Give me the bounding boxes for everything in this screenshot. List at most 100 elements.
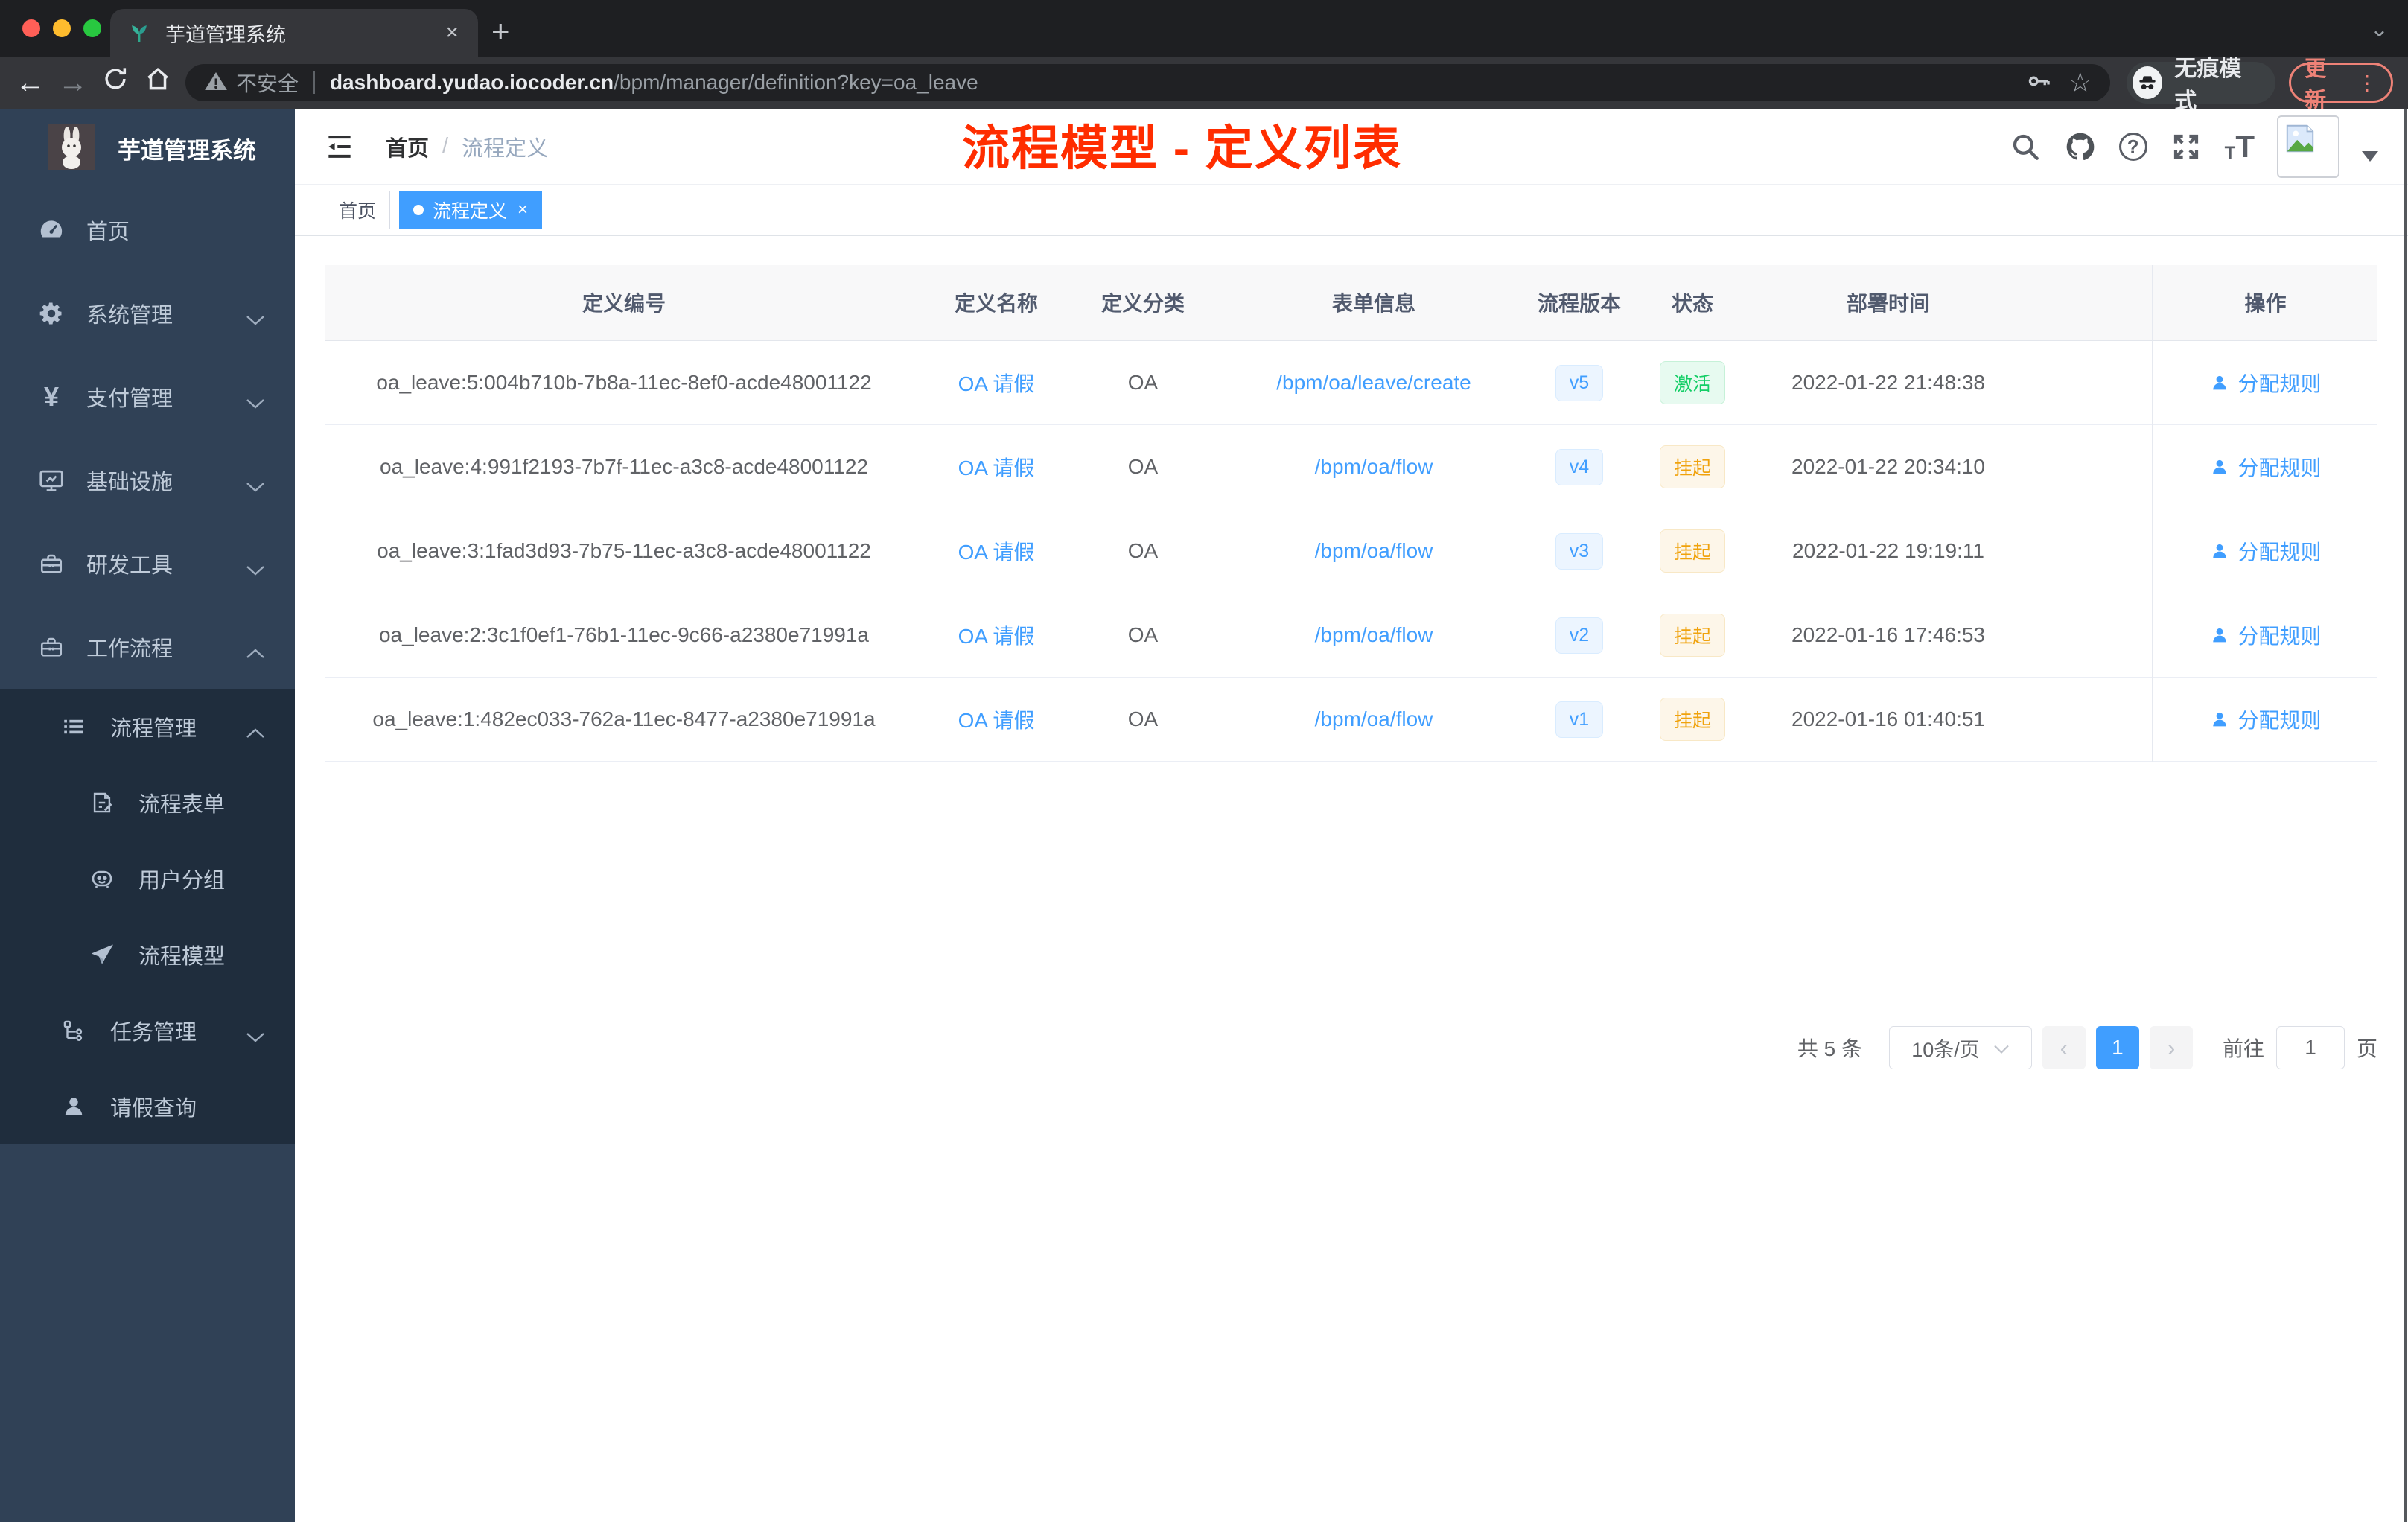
cell-filler	[2019, 341, 2152, 425]
form-link[interactable]: /bpm/oa/leave/create	[1276, 371, 1471, 395]
sidebar-item-user-group[interactable]: 用户分组	[0, 841, 295, 917]
page-1-button[interactable]: 1	[2095, 1026, 2139, 1069]
prev-page-button[interactable]: ‹	[2042, 1026, 2086, 1069]
assign-rule-link[interactable]: 分配规则	[2209, 452, 2322, 482]
sidebar-item-process-model[interactable]: 流程模型	[0, 917, 295, 993]
sidebar-item-leave-query[interactable]: 请假查询	[0, 1069, 295, 1144]
avatar[interactable]	[2277, 115, 2339, 178]
browser-menu-dots-icon[interactable]: ⋮	[2357, 71, 2377, 95]
broken-image-icon	[2286, 124, 2314, 153]
definition-name-link[interactable]: OA 请假	[958, 452, 1035, 482]
definition-name-link[interactable]: OA 请假	[958, 368, 1035, 398]
chevron-down-icon	[246, 558, 265, 582]
minimize-window-button[interactable]	[53, 19, 71, 37]
page-size-select[interactable]: 10条/页	[1888, 1026, 2032, 1069]
annotation-title: 流程模型 - 定义列表	[962, 121, 1402, 175]
sidebar: 芋道管理系统 首页 系统管理 ¥ 支付管理 基础设施 研发工具 工作流程 流程管…	[0, 109, 295, 1522]
favicon-plant-icon	[125, 19, 153, 47]
sidebar-item-home[interactable]: 首页	[0, 188, 295, 272]
list-icon	[60, 713, 88, 741]
form-link[interactable]: /bpm/oa/flow	[1315, 455, 1433, 479]
sidebar-item-process-form[interactable]: 流程表单	[0, 765, 295, 841]
update-label[interactable]: 更新	[2305, 51, 2342, 114]
cell-category: OA	[1069, 593, 1217, 678]
cell-category: OA	[1069, 341, 1217, 425]
cell-category: OA	[1069, 678, 1217, 762]
tag-process-definition[interactable]: 流程定义 ×	[399, 190, 543, 229]
status-badge: 挂起	[1659, 698, 1725, 741]
status-badge: 激活	[1659, 361, 1725, 404]
goto-page-input[interactable]	[2275, 1026, 2345, 1069]
sidebar-item-payment[interactable]: ¥ 支付管理	[0, 355, 295, 439]
password-key-icon[interactable]	[2025, 68, 2052, 98]
form-link[interactable]: /bpm/oa/flow	[1315, 623, 1433, 647]
column-header-filler	[2019, 265, 2152, 341]
assign-rule-link[interactable]: 分配规则	[2209, 704, 2322, 734]
reload-button[interactable]	[94, 65, 136, 101]
column-header: 定义名称	[923, 265, 1069, 341]
help-icon[interactable]: ?	[2118, 133, 2147, 161]
chevron-up-icon	[246, 721, 265, 745]
tab-close-icon[interactable]: ×	[441, 20, 463, 45]
forward-button[interactable]: →	[51, 66, 94, 100]
zoom-window-button[interactable]	[83, 19, 101, 37]
security-label[interactable]: 不安全	[236, 68, 299, 98]
sidebar-collapse-icon[interactable]	[323, 130, 356, 163]
sidebar-item-infrastructure[interactable]: 基础设施	[0, 439, 295, 522]
browser-update-chip[interactable]: 更新 ⋮	[2289, 57, 2393, 112]
assign-rule-link[interactable]: 分配规则	[2209, 620, 2322, 650]
sidebar-item-label: 工作流程	[86, 637, 173, 661]
tag-close-icon[interactable]: ×	[517, 200, 528, 220]
cell-definition-id: oa_leave:2:3c1f0ef1-76b1-11ec-9c66-a2380…	[325, 593, 923, 678]
fullscreen-icon[interactable]	[2170, 130, 2202, 163]
assign-rule-link[interactable]: 分配规则	[2209, 368, 2322, 398]
sidebar-item-process-manage[interactable]: 流程管理	[0, 689, 295, 765]
chevron-down-icon	[246, 474, 265, 499]
sidebar-item-workflow[interactable]: 工作流程	[0, 605, 295, 689]
assign-rule-link[interactable]: 分配规则	[2209, 536, 2322, 566]
tag-home[interactable]: 首页	[325, 190, 391, 229]
user-icon	[60, 1092, 88, 1121]
breadcrumb-home[interactable]: 首页	[386, 131, 429, 162]
cell-deploy-time: 2022-01-16 01:40:51	[1757, 678, 2019, 762]
breadcrumb: 首页 / 流程定义	[386, 131, 548, 162]
breadcrumb-separator: /	[442, 134, 449, 158]
search-icon[interactable]	[2009, 130, 2042, 163]
header-actions: ? TT	[2009, 109, 2378, 185]
url-text[interactable]: dashboard.yudao.iocoder.cn/bpm/manager/d…	[330, 71, 2015, 95]
tab-search-chevron-icon[interactable]: ⌄	[2370, 16, 2389, 42]
browser-tab[interactable]: 芋道管理系统 ×	[110, 9, 478, 57]
avatar-dropdown-caret-icon[interactable]	[2362, 151, 2378, 162]
sidebar-item-label: 流程模型	[138, 945, 226, 969]
chevron-down-icon	[1993, 1037, 2010, 1060]
definition-table: 定义编号 定义名称 定义分类 表单信息 流程版本 状态 部署时间 操作 oa_l…	[325, 265, 2377, 762]
definition-name-link[interactable]: OA 请假	[958, 620, 1035, 650]
definition-name-link[interactable]: OA 请假	[958, 704, 1035, 734]
cell-filler	[2019, 678, 2152, 762]
version-badge: v5	[1555, 364, 1604, 401]
chevron-down-icon	[246, 1025, 265, 1049]
sidebar-item-devtools[interactable]: 研发工具	[0, 522, 295, 605]
brand-logo	[48, 124, 95, 173]
next-page-button[interactable]: ›	[2149, 1026, 2193, 1069]
user-icon	[2213, 375, 2227, 390]
chevron-down-icon	[246, 391, 265, 415]
bookmark-star-icon[interactable]: ☆	[2068, 67, 2092, 98]
new-tab-button[interactable]: +	[491, 13, 510, 49]
font-size-icon[interactable]: TT	[2225, 131, 2255, 162]
sidebar-item-label: 基础设施	[86, 471, 173, 494]
cell-category: OA	[1069, 425, 1217, 509]
url-separator	[313, 71, 315, 94]
home-button[interactable]	[137, 65, 179, 101]
definition-name-link[interactable]: OA 请假	[958, 536, 1035, 566]
address-bar[interactable]: 不安全 dashboard.yudao.iocoder.cn/bpm/manag…	[185, 64, 2110, 101]
form-link[interactable]: /bpm/oa/flow	[1315, 707, 1433, 731]
back-button[interactable]: ←	[9, 66, 51, 100]
tab-strip: 芋道管理系统 × + ⌄	[0, 0, 2408, 57]
sidebar-item-system[interactable]: 系统管理	[0, 272, 295, 355]
brand: 芋道管理系统	[0, 109, 295, 188]
form-link[interactable]: /bpm/oa/flow	[1315, 539, 1433, 563]
github-icon[interactable]	[2064, 130, 2097, 163]
close-window-button[interactable]	[22, 19, 40, 37]
sidebar-item-task-manage[interactable]: 任务管理	[0, 993, 295, 1069]
